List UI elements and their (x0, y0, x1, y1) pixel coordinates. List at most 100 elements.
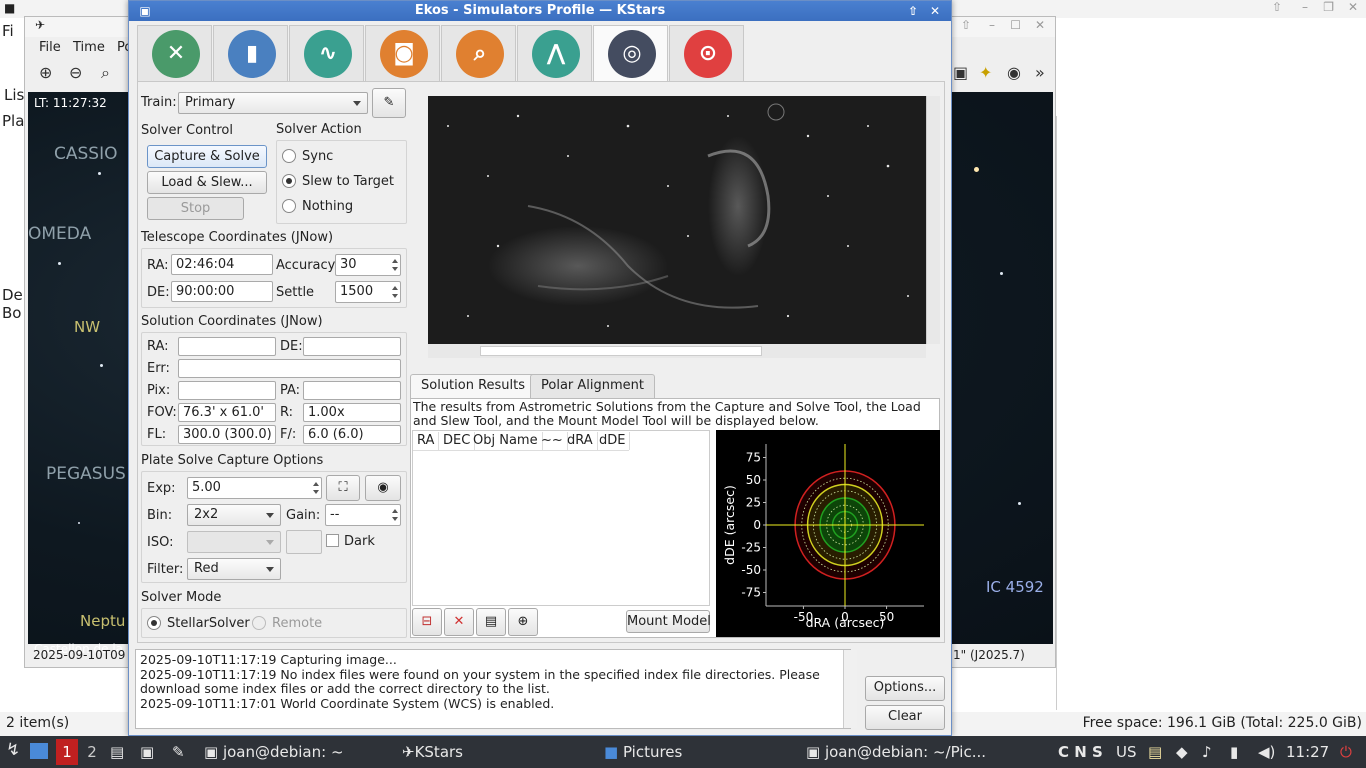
remove-row-button[interactable]: ⊟ (412, 608, 442, 636)
fov-field[interactable]: 76.3' x 61.0' (178, 403, 276, 422)
zoom-in-icon[interactable]: ⊕ (39, 63, 52, 82)
kstars-restore-icon[interactable]: ☐ (1010, 18, 1021, 32)
ratio-field[interactable]: 1.00x (303, 403, 401, 422)
volume-icon[interactable]: ◀) (1258, 743, 1275, 761)
keep-above-icon[interactable]: ⇧ (905, 3, 921, 19)
exposure-spinbox[interactable]: 5.00 (187, 477, 322, 499)
nothing-label[interactable]: Nothing (302, 199, 353, 214)
mount-model-button[interactable]: Mount Model (626, 610, 711, 633)
zoom-fit-button[interactable]: ⊕ (508, 608, 538, 636)
clipboard-icon[interactable]: ▤ (1148, 743, 1162, 761)
fits-image-view[interactable] (428, 96, 926, 344)
tab-guide[interactable]: ⊙ (669, 25, 744, 81)
gain-spinbox[interactable]: -- (325, 504, 401, 526)
restore-icon[interactable]: ❐ (1323, 0, 1334, 14)
solution-pix-field[interactable] (178, 381, 276, 400)
settle-spinbox[interactable]: 1500 (335, 281, 401, 303)
col-dde[interactable]: dDE (595, 432, 631, 450)
power-icon[interactable]: ⏻ (1340, 743, 1352, 761)
tab-align[interactable]: ◎ (593, 25, 668, 83)
remote-label[interactable]: Remote (272, 616, 322, 631)
window-menu-icon[interactable]: ▣ (137, 3, 153, 19)
fits-vertical-scrollbar[interactable] (926, 96, 940, 344)
task-terminal-1[interactable]: ▣ joan@debian: ~ (204, 743, 344, 761)
scrollbar-thumb[interactable] (480, 346, 762, 356)
clear-all-button[interactable]: ✕ (444, 608, 474, 636)
f-ratio-field[interactable]: 6.0 (6.0) (303, 425, 401, 444)
solution-ra-field[interactable] (178, 337, 276, 356)
clock[interactable]: 11:27 (1286, 743, 1329, 761)
menu-file[interactable]: File (39, 40, 61, 55)
text-editor-launcher-icon[interactable]: ✎ (172, 743, 185, 761)
sync-radio[interactable] (282, 149, 296, 163)
mount-model-settings-button[interactable]: ◉ (365, 475, 401, 501)
accuracy-spinbox[interactable]: 30 (335, 254, 401, 276)
col-obj-name[interactable]: Obj Name (469, 432, 543, 450)
kstars-minimize-icon[interactable]: – (989, 18, 995, 32)
lamp-icon[interactable]: ✦ (979, 63, 992, 82)
keyboard-layout[interactable]: US (1116, 743, 1137, 761)
load-slew-button[interactable]: Load & Slew... (147, 171, 267, 194)
filter-select[interactable]: Red (187, 558, 281, 580)
telescope-de-field[interactable]: 90:00:00 (171, 281, 273, 302)
file-manager-launcher-icon[interactable]: ▤ (110, 743, 124, 761)
list-partial[interactable]: Lis (4, 86, 24, 104)
clear-log-button[interactable]: Clear (865, 705, 945, 730)
tab-capture[interactable]: ◙ (365, 25, 440, 81)
zoom-out-icon[interactable]: ⊖ (69, 63, 82, 82)
start-menu-icon[interactable]: ↯ (6, 740, 20, 760)
telescope-ra-field[interactable]: 02:46:04 (171, 254, 273, 275)
solution-scatter-plot[interactable]: 75 50 25 0 -25 -50 -75 -50 0 50 dRA (arcsec) dDE (a… (716, 430, 940, 637)
view-toggle-icon[interactable]: ▣ (953, 63, 968, 82)
options-button[interactable]: Options... (865, 676, 945, 701)
iso-select[interactable] (187, 531, 281, 553)
desktop-partial[interactable]: De (2, 286, 23, 304)
tab-mount[interactable]: ⋀ (517, 25, 592, 81)
tab-scheduler[interactable]: ▮ (213, 25, 288, 81)
stellarsolver-label[interactable]: StellarSolver (167, 616, 250, 631)
search-icon[interactable]: ⌕ (101, 63, 110, 83)
task-kstars[interactable]: ✈KStars (402, 743, 463, 761)
solution-pa-field[interactable] (303, 381, 401, 400)
menu-time[interactable]: Time (73, 40, 105, 55)
tab-polar-alignment[interactable]: Polar Alignment (530, 374, 655, 398)
col-dra[interactable]: dRA (563, 432, 598, 450)
solution-table[interactable]: RA DEC Obj Name ~~ dRA dDE (412, 430, 710, 606)
solution-err-field[interactable] (178, 359, 401, 378)
dark-checkbox[interactable] (326, 534, 339, 547)
tab-solution-results[interactable]: Solution Results (410, 374, 537, 398)
capture-solve-button[interactable]: Capture & Solve (147, 145, 267, 168)
more-icon[interactable]: » (1035, 63, 1045, 82)
task-terminal-2[interactable]: ▣ joan@debian: ~/Pic... (806, 743, 986, 761)
remote-radio[interactable] (252, 616, 266, 630)
solution-de-field[interactable] (303, 337, 401, 356)
stop-button[interactable]: Stop (147, 197, 244, 220)
minimize-icon[interactable]: – (1302, 0, 1308, 14)
fits-horizontal-scrollbar[interactable] (428, 344, 926, 358)
close-icon[interactable]: ✕ (1348, 0, 1358, 14)
show-desktop-icon[interactable] (30, 743, 48, 759)
battery-icon[interactable]: ▮ (1230, 743, 1238, 761)
export-button[interactable]: ▤ (476, 608, 506, 636)
frame-settings-button[interactable]: ⛶ (326, 475, 360, 501)
edit-train-button[interactable]: ✎ (372, 88, 406, 118)
menu-file-partial[interactable]: Fi (2, 22, 14, 40)
dark-label[interactable]: Dark (344, 534, 375, 549)
maximize-arrow-icon[interactable]: ⇧ (1272, 0, 1282, 14)
kstars-close-icon[interactable]: ✕ (1035, 18, 1045, 32)
slew-to-target-radio[interactable] (282, 174, 296, 188)
tab-focus[interactable]: ⌕ (441, 25, 516, 81)
task-pictures[interactable]: ■ Pictures (604, 743, 682, 761)
notification-bell-icon[interactable]: ♪ (1202, 743, 1212, 761)
stellarsolver-radio[interactable] (147, 616, 161, 630)
nothing-radio[interactable] (282, 199, 296, 213)
workspace-2[interactable]: 2 (82, 739, 102, 765)
terminal-launcher-icon[interactable]: ▣ (140, 743, 154, 761)
log-scrollbar[interactable] (843, 650, 857, 728)
bookmark-partial[interactable]: Bo (2, 304, 21, 322)
binning-select[interactable]: 2x2 (187, 504, 281, 526)
wifi-icon[interactable]: ◆ (1176, 743, 1188, 761)
col-ra[interactable]: RA (413, 432, 440, 450)
focal-length-field[interactable]: 300.0 (300.0) (178, 425, 276, 444)
kstars-maximize-icon[interactable]: ⇧ (961, 18, 971, 32)
